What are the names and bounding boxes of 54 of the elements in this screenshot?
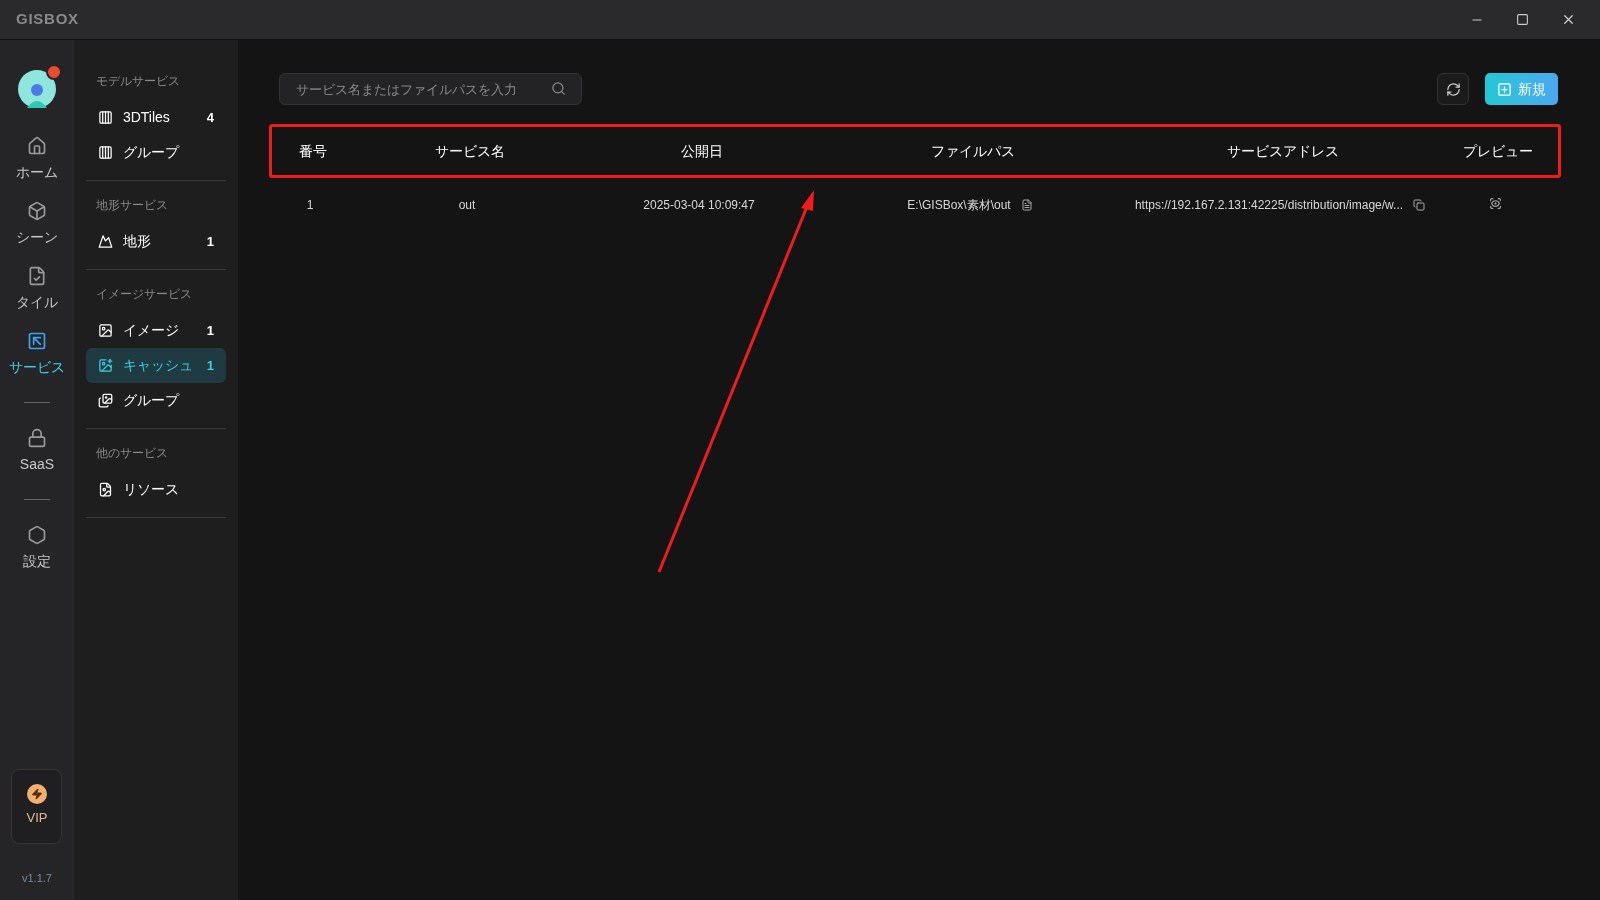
section-title: モデルサービス: [94, 73, 181, 90]
rail-item[interactable]: ホーム: [1, 136, 72, 182]
search-icon[interactable]: [551, 81, 566, 96]
preview-icon[interactable]: [1488, 196, 1502, 210]
version-label: v1.1.7: [21, 870, 52, 886]
images-icon: [97, 393, 113, 408]
table-cell-text: 1: [306, 197, 314, 214]
sidebar-item[interactable]: グループ: [85, 135, 226, 170]
sidebar-item[interactable]: キャッシュ 1: [85, 348, 226, 383]
maximize-icon[interactable]: [1516, 13, 1529, 26]
table-cell-text: out: [458, 197, 476, 214]
column-header: ファイルパス: [931, 141, 1015, 161]
refresh-icon: [1445, 81, 1461, 97]
image-plus-icon: [97, 358, 113, 373]
settings-icon: [26, 525, 47, 545]
cube-icon: [26, 201, 47, 221]
rail-item[interactable]: タイル: [1, 266, 72, 312]
plus-square-icon: [1497, 81, 1512, 97]
table-cell-text: E:\GISBox\素材\out: [907, 197, 1011, 214]
table-cell-text: https://192.167.2.131:42225/distribution/image/w...: [1134, 197, 1404, 214]
vip-button[interactable]: VIP: [11, 768, 63, 844]
rail-item[interactable]: SaaS: [1, 428, 72, 474]
image-icon: [97, 323, 113, 338]
app-logo: GISBOX: [16, 9, 79, 30]
section-title: 地形サービス: [94, 197, 169, 214]
sidebar-item[interactable]: イメージ 1: [85, 313, 226, 348]
copy-icon[interactable]: [1413, 199, 1426, 211]
columns-icon: [97, 145, 113, 160]
search-field[interactable]: サービス名またはファイルパスを入力: [279, 73, 582, 105]
column-header: サービス名: [435, 141, 505, 161]
house-icon: [26, 136, 47, 156]
sidebar-item[interactable]: 地形 1: [85, 224, 226, 259]
column-header: プレビュー: [1463, 141, 1533, 161]
column-header: サービスアドレス: [1227, 141, 1339, 161]
rail-item[interactable]: 設定: [1, 525, 72, 571]
rail-item[interactable]: サービス: [1, 331, 72, 377]
refresh-button[interactable]: [1437, 73, 1469, 105]
section-title: 他のサービス: [94, 445, 169, 462]
close-icon[interactable]: [1561, 12, 1576, 27]
lightning-icon: [26, 784, 47, 805]
mountain-icon: [97, 234, 113, 249]
sidebar-item[interactable]: グループ: [85, 383, 226, 418]
file-image-icon: [97, 482, 113, 497]
rail-item[interactable]: シーン: [1, 201, 72, 247]
arrow-square-icon: [26, 331, 47, 351]
sidebar-item[interactable]: リソース: [85, 472, 226, 507]
sidebar-item[interactable]: 3DTiles 4: [85, 100, 226, 135]
document-icon[interactable]: [1020, 199, 1033, 211]
column-header: 番号: [299, 141, 327, 161]
columns-icon: [97, 110, 113, 125]
lock-icon: [26, 428, 47, 448]
column-header: 公開日: [681, 141, 723, 161]
section-title: イメージサービス: [94, 286, 193, 303]
table-cell-text: 2025-03-04 10:09:47: [643, 197, 755, 214]
